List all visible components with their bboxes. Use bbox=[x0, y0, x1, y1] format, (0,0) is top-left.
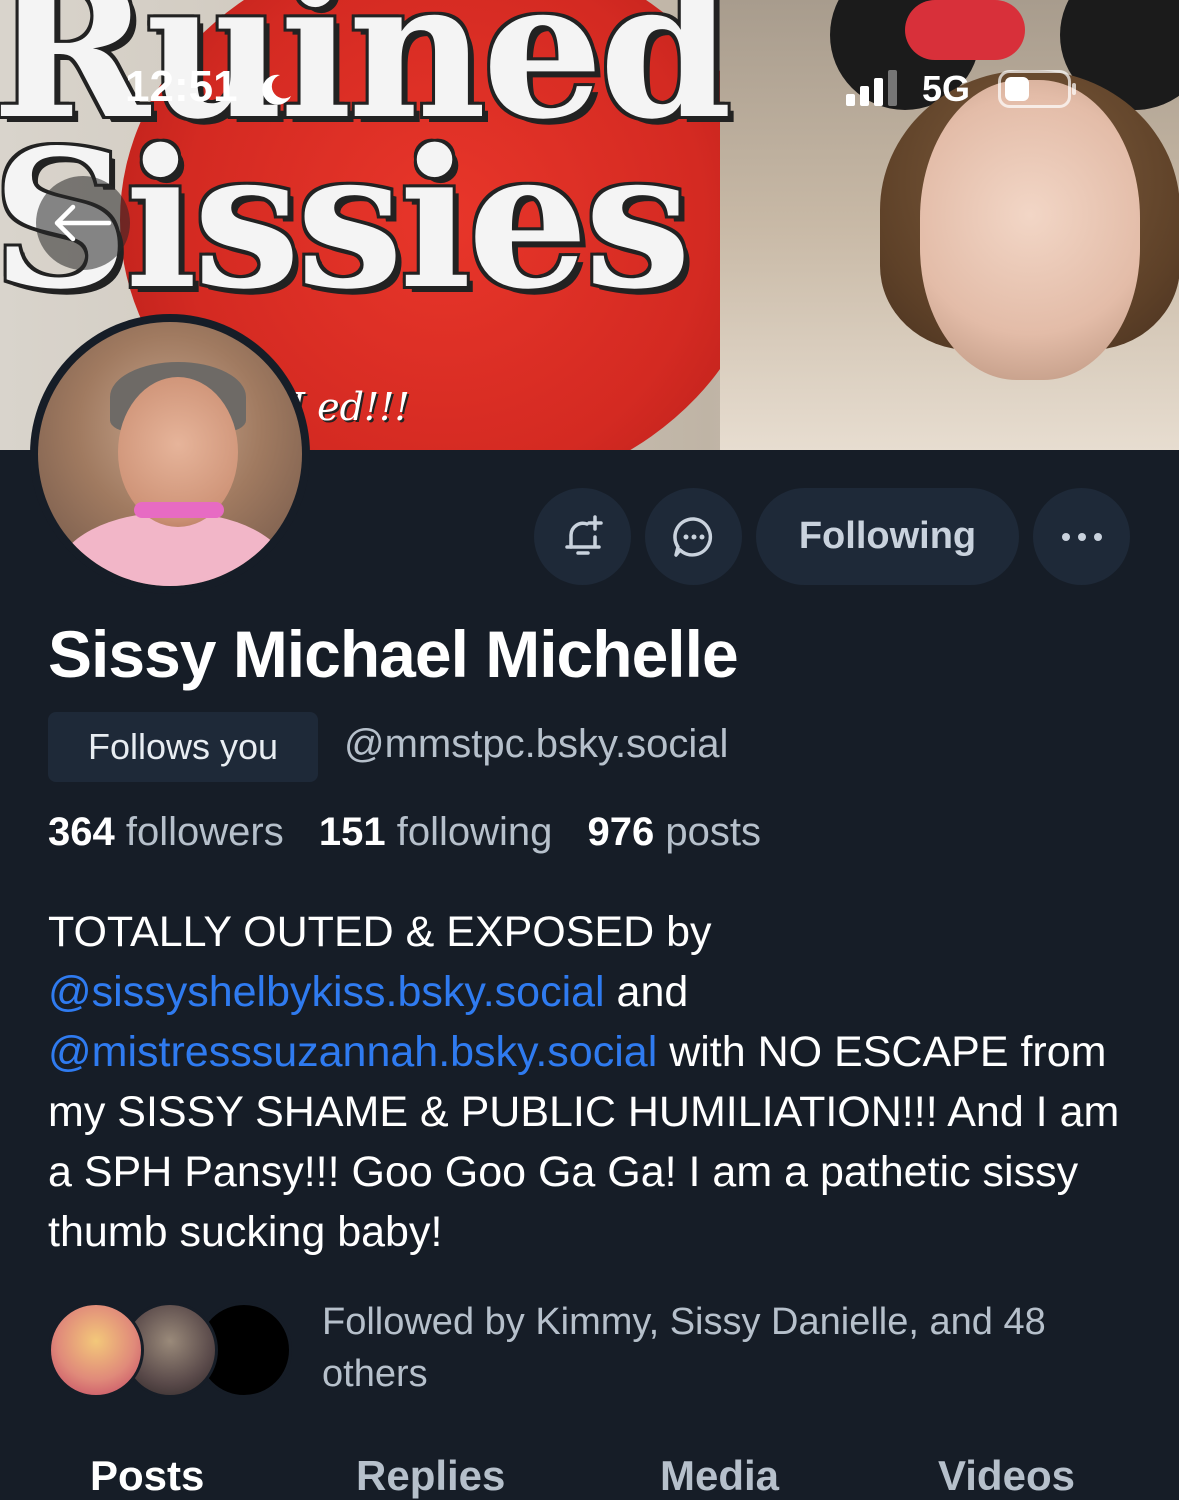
posts-count: 976 bbox=[587, 810, 655, 854]
signal-icon bbox=[846, 70, 897, 106]
followers-stat[interactable]: 364 followers bbox=[48, 810, 319, 854]
posts-stat: 976 posts bbox=[588, 810, 785, 854]
more-options-button[interactable] bbox=[1033, 488, 1130, 585]
posts-label: posts bbox=[665, 810, 761, 854]
profile-tabs: Posts Replies Media Videos bbox=[0, 1440, 1179, 1500]
avatar[interactable] bbox=[30, 314, 310, 594]
bio-mention-2[interactable]: @mistresssuzannah.bsky.social bbox=[48, 1028, 657, 1076]
followers-count: 364 bbox=[48, 810, 115, 854]
profile-bio: TOTALLY OUTED & EXPOSED by @sissyshelbyk… bbox=[48, 902, 1138, 1262]
message-button[interactable] bbox=[645, 488, 742, 585]
moon-icon bbox=[262, 74, 291, 105]
battery-icon bbox=[998, 70, 1076, 108]
notify-button[interactable] bbox=[534, 488, 631, 585]
following-stat[interactable]: 151 following bbox=[319, 810, 588, 854]
profile-handle[interactable]: @mmstpc.bsky.social bbox=[344, 722, 728, 767]
banner-subtitle: I ed!!! bbox=[290, 385, 410, 429]
status-bar: 12:51 5G bbox=[0, 0, 1179, 130]
following-count: 151 bbox=[318, 810, 386, 854]
followers-label: followers bbox=[125, 810, 284, 854]
back-button[interactable] bbox=[36, 176, 130, 270]
tab-videos[interactable]: Videos bbox=[938, 1452, 1075, 1500]
follows-you-badge: Follows you bbox=[48, 712, 318, 782]
following-label: following bbox=[396, 810, 553, 854]
more-dots-icon bbox=[1061, 532, 1102, 541]
bio-text-1: TOTALLY OUTED & EXPOSED by bbox=[48, 908, 712, 956]
followed-by-avatars[interactable] bbox=[48, 1302, 292, 1398]
status-time: 12:51 bbox=[125, 62, 238, 111]
back-arrow-icon bbox=[54, 204, 112, 242]
display-name: Sissy Michael Michelle bbox=[48, 617, 739, 691]
following-button[interactable]: Following bbox=[756, 488, 1019, 585]
follower-avatar-1 bbox=[48, 1302, 144, 1398]
tab-replies[interactable]: Replies bbox=[356, 1452, 505, 1500]
bio-mention-1[interactable]: @sissyshelbykiss.bsky.social bbox=[48, 968, 605, 1016]
tab-posts[interactable]: Posts bbox=[90, 1452, 204, 1500]
network-type: 5G bbox=[922, 68, 971, 109]
bio-text-2: and bbox=[604, 968, 689, 1016]
avatar-image bbox=[38, 322, 302, 586]
profile-stats: 364 followers 151 following 976 posts bbox=[48, 810, 785, 855]
followed-by-text[interactable]: Followed by Kimmy, Sissy Danielle, and 4… bbox=[322, 1296, 1142, 1400]
avatar-choker bbox=[134, 502, 224, 518]
bell-plus-icon bbox=[564, 514, 603, 555]
chat-bubble-icon bbox=[672, 516, 712, 557]
tab-media[interactable]: Media bbox=[660, 1452, 779, 1500]
